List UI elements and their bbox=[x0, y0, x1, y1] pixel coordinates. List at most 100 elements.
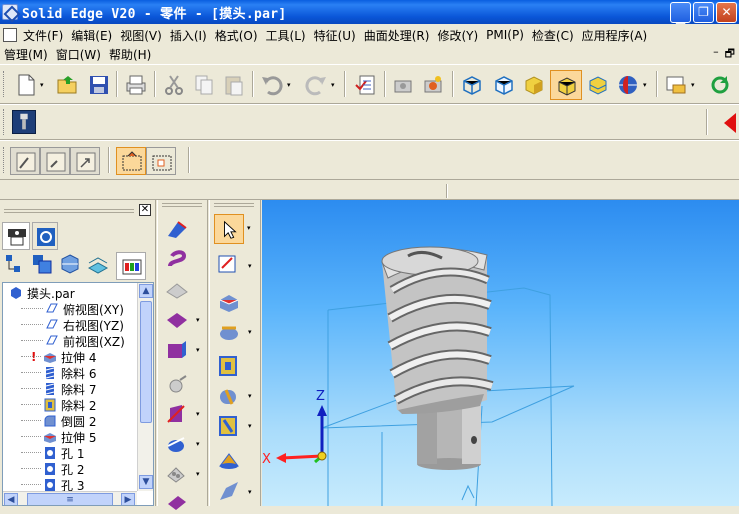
color-tab[interactable] bbox=[116, 252, 146, 280]
cut-icon[interactable] bbox=[162, 73, 186, 97]
tree-item[interactable]: 前视图(XZ) bbox=[45, 333, 125, 349]
menu-item[interactable]: 修改(Y) bbox=[433, 27, 482, 44]
new-dropdown-icon[interactable]: ▾ bbox=[40, 81, 44, 89]
select-dropdown-icon[interactable]: ▾ bbox=[247, 224, 251, 232]
print-icon[interactable] bbox=[124, 73, 148, 97]
strip-grip[interactable] bbox=[162, 203, 202, 207]
menu-item[interactable]: PMI(P) bbox=[482, 28, 528, 42]
display-dropdown-icon[interactable]: ▾ bbox=[691, 81, 695, 89]
crossing-select-button[interactable] bbox=[146, 147, 176, 175]
protrusion-icon[interactable] bbox=[216, 290, 242, 314]
round-icon[interactable] bbox=[164, 432, 190, 456]
view-styles-icon[interactable] bbox=[586, 73, 610, 97]
render-icon[interactable] bbox=[422, 73, 446, 97]
tree-horizontal-scrollbar[interactable]: ◀ ≡ ▶ bbox=[3, 491, 137, 505]
cutout-icon[interactable] bbox=[216, 354, 242, 378]
red-arrow-icon[interactable] bbox=[722, 111, 739, 135]
redo-icon[interactable] bbox=[304, 73, 328, 97]
helix-icon[interactable] bbox=[164, 248, 190, 272]
lip-dropdown-icon[interactable]: ▾ bbox=[196, 316, 200, 324]
hole-feature-icon[interactable] bbox=[164, 372, 190, 396]
hole-cutout-dropdown-icon[interactable]: ▾ bbox=[248, 422, 252, 430]
doc-restore-icon[interactable]: 🗗 bbox=[725, 45, 735, 64]
view-iso-wire-icon[interactable] bbox=[460, 73, 484, 97]
scroll-up-icon[interactable]: ▲ bbox=[139, 284, 153, 298]
paste-icon[interactable] bbox=[222, 73, 246, 97]
new-icon[interactable] bbox=[14, 73, 38, 97]
assembly-tab[interactable] bbox=[58, 252, 86, 280]
tree-item[interactable]: 除料 6 bbox=[43, 365, 96, 381]
menu-item[interactable]: 管理(M) bbox=[0, 46, 52, 63]
strip-grip[interactable] bbox=[214, 203, 254, 207]
menu-item[interactable]: 曲面处理(R) bbox=[360, 27, 434, 44]
menu-item[interactable]: 编辑(E) bbox=[67, 27, 116, 44]
toolbar-grip[interactable] bbox=[3, 71, 6, 97]
pattern-icon[interactable] bbox=[164, 462, 190, 486]
menu-item[interactable]: 应用程序(A) bbox=[578, 27, 652, 44]
3d-viewport[interactable]: Z X bbox=[262, 200, 739, 506]
revolved-cutout-icon[interactable] bbox=[216, 384, 242, 408]
undo-dropdown-icon[interactable]: ▾ bbox=[287, 81, 291, 89]
display-config-icon[interactable] bbox=[664, 73, 688, 97]
tree-vertical-scrollbar[interactable]: ▲ ▼ bbox=[137, 283, 153, 491]
redo-dropdown-icon[interactable]: ▾ bbox=[331, 81, 335, 89]
menu-item[interactable]: 帮助(H) bbox=[105, 46, 155, 63]
menu-item[interactable]: 窗口(W) bbox=[52, 46, 105, 63]
menu-item[interactable]: 插入(I) bbox=[166, 27, 211, 44]
tree-item[interactable]: 倒圆 2 bbox=[43, 413, 96, 429]
close-button[interactable]: ✕ bbox=[716, 2, 737, 23]
normal-protrusion-icon[interactable] bbox=[164, 278, 190, 302]
menu-item[interactable]: 文件(F) bbox=[19, 27, 67, 44]
panel-grip[interactable] bbox=[4, 209, 134, 213]
scroll-down-icon[interactable]: ▼ bbox=[139, 475, 153, 489]
dome-icon[interactable] bbox=[216, 450, 242, 474]
toolbar-grip[interactable] bbox=[3, 109, 6, 135]
sphere-dropdown-icon[interactable]: ▾ bbox=[643, 81, 647, 89]
menu-item[interactable]: 检查(C) bbox=[528, 27, 578, 44]
tree-item[interactable]: 孔 1 bbox=[43, 445, 84, 461]
scroll-right-icon[interactable]: ▶ bbox=[121, 493, 135, 505]
sketch-dropdown-icon[interactable]: ▾ bbox=[248, 262, 252, 270]
view-shaded-edges-active[interactable] bbox=[550, 70, 582, 100]
menu-item[interactable]: 视图(V) bbox=[116, 27, 166, 44]
window-select-button[interactable] bbox=[116, 147, 146, 175]
open-icon[interactable] bbox=[56, 73, 80, 97]
select-tool-button[interactable] bbox=[214, 214, 244, 244]
tree-item[interactable]: 右视图(YZ) bbox=[45, 317, 124, 333]
draft-icon[interactable] bbox=[164, 402, 190, 426]
doc-minimize-icon[interactable]: – bbox=[713, 45, 719, 64]
restore-button[interactable]: ❐ bbox=[693, 2, 714, 23]
menu-item[interactable]: 格式(O) bbox=[211, 27, 262, 44]
select-all-button[interactable] bbox=[10, 147, 40, 175]
sketch-icon[interactable] bbox=[216, 252, 242, 276]
tree-item[interactable]: 俯视图(XY) bbox=[45, 301, 124, 317]
tree-item[interactable]: 拉伸 5 bbox=[43, 429, 96, 445]
tree-item[interactable]: ! 拉伸 4 bbox=[31, 349, 96, 365]
toolbar-grip[interactable] bbox=[3, 147, 6, 173]
minimize-button[interactable]: ▁ bbox=[670, 2, 691, 25]
thinwall-dropdown-icon[interactable]: ▾ bbox=[196, 346, 200, 354]
tree-item[interactable]: 除料 7 bbox=[43, 381, 96, 397]
view-shaded-icon[interactable] bbox=[522, 73, 546, 97]
solid-edge-app-icon[interactable] bbox=[2, 4, 18, 20]
hole-cutout-icon[interactable] bbox=[216, 414, 242, 438]
revolve-dropdown-icon[interactable]: ▾ bbox=[248, 328, 252, 336]
round-dropdown-icon[interactable]: ▾ bbox=[196, 440, 200, 448]
menu-item[interactable]: 工具(L) bbox=[262, 27, 310, 44]
scroll-thumb[interactable] bbox=[140, 301, 152, 423]
mirror-icon[interactable] bbox=[164, 490, 190, 514]
select-faces-button[interactable] bbox=[40, 147, 70, 175]
camera-icon[interactable] bbox=[392, 73, 416, 97]
undo-icon[interactable] bbox=[260, 73, 284, 97]
copy-icon[interactable] bbox=[192, 73, 216, 97]
h-scroll-thumb[interactable]: ≡ bbox=[27, 493, 113, 505]
sphere-view-icon[interactable] bbox=[616, 73, 640, 97]
scroll-left-icon[interactable]: ◀ bbox=[4, 493, 18, 505]
rev-cutout-dropdown-icon[interactable]: ▾ bbox=[248, 392, 252, 400]
feature-pathfinder-tab[interactable] bbox=[2, 222, 30, 250]
thin-wall-icon[interactable] bbox=[164, 338, 190, 362]
document-icon[interactable] bbox=[3, 28, 17, 42]
surface-icon[interactable] bbox=[216, 480, 242, 504]
sweep-icon[interactable] bbox=[164, 218, 190, 242]
sheets-tab[interactable] bbox=[86, 252, 114, 280]
